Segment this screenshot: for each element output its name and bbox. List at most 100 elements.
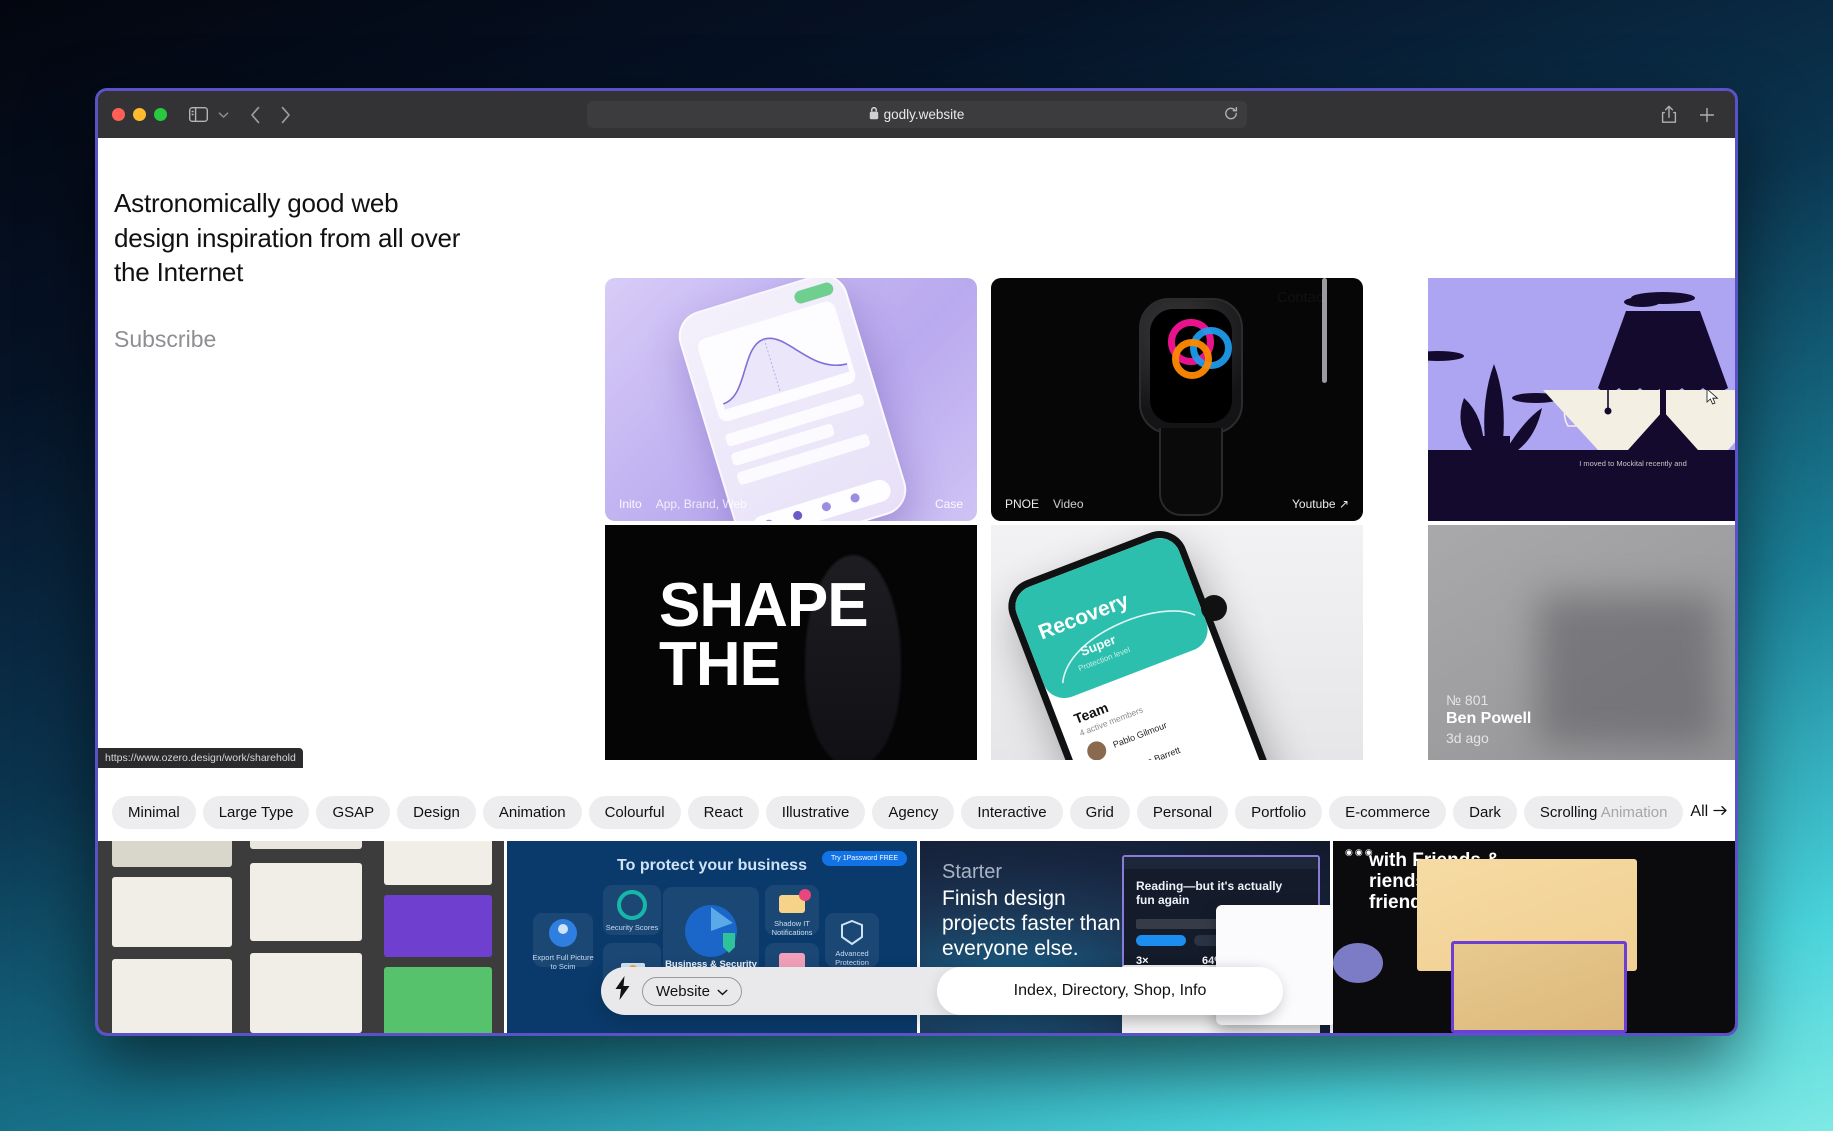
filter-tag-colourful[interactable]: Colourful [589,796,681,829]
recovery-phone-mockup: Recovery Super Protection level Team 4 a… [1000,525,1279,760]
plus-icon[interactable] [1699,107,1715,123]
filter-tag-portfolio[interactable]: Portfolio [1235,796,1322,829]
sidebar-icon[interactable] [185,104,211,126]
shape-line-1: SHAPE [659,577,868,636]
lock-icon [869,107,879,123]
shape-line-2: THE [659,636,868,695]
card-title: Inito [619,497,642,511]
filter-tag-react[interactable]: React [688,796,759,829]
maximize-window-button[interactable] [154,108,167,121]
all-label: All [1690,803,1708,821]
mini-card [250,863,362,941]
card-source: Case [935,497,963,511]
hero-section: Astronomically good web design inspirati… [98,138,504,692]
card-title: PNOE [1005,497,1039,511]
filter-tag-animation[interactable]: Animation [483,796,582,829]
website-select-label: Website [656,983,710,1000]
shape-headline: SHAPE THE [659,577,868,695]
floating-toolbar: Website Index, Directory, Shop, Info [601,967,1273,1015]
url-text: godly.website [884,107,965,122]
entry-number: № 801 [1446,692,1531,708]
inito-phone-mockup [672,278,912,521]
starter-kicker: Starter [942,861,1002,884]
filter-tag-gsap[interactable]: GSAP [316,796,390,829]
mini-card [384,967,492,1035]
mini-card [112,959,232,1035]
card-lamp-illustration[interactable]: I moved to Mockital recently and [1428,278,1735,521]
forward-arrow-icon[interactable] [270,103,300,127]
contact-link[interactable]: Contact [1277,290,1327,306]
card-friends[interactable]: with Friends & riends-of- friends ◉◉◉ [1333,841,1735,1036]
filter-tag-scrolling-animation[interactable]: Scrolling Animation [1524,796,1684,829]
friends-scene-bottom [1451,941,1627,1033]
ben-meta: № 801 Ben Powell 3d ago [1446,692,1531,746]
friends-logo: ◉◉◉ [1345,847,1375,858]
card-tags: App, Brand, Web [656,497,747,511]
card-ben-powell[interactable]: Visit № 801 Ben Powell 3d ago [1428,525,1735,760]
filter-tag-interactive[interactable]: Interactive [961,796,1062,829]
card-tags: Video [1053,497,1083,511]
starter-panel-headline: Reading—but it's actually fun again [1136,879,1286,908]
chevron-down-icon [717,983,728,1000]
filter-tag-minimal[interactable]: Minimal [112,796,196,829]
arrow-right-icon [1713,803,1728,821]
page-content: Astronomically good web design inspirati… [98,138,1735,1036]
filter-tag-dark[interactable]: Dark [1453,796,1517,829]
status-bar-url: https://www.ozero.design/work/sharehold [98,748,303,768]
filter-tag-scrolling: Scrolling [1540,804,1598,821]
browser-toolbar: godly.website [98,91,1735,138]
member-name: Pablo Gilmour [1111,720,1168,750]
filter-tag-illustrative[interactable]: Illustrative [766,796,866,829]
watch-mockup [1139,298,1243,434]
subscribe-link[interactable]: Subscribe [114,326,474,353]
recovery-header: Recovery Super Protection level [1009,532,1214,705]
friends-avatar-blob [1333,943,1383,983]
address-bar[interactable]: godly.website [587,101,1247,128]
website-type-select[interactable]: Website [642,977,742,1006]
watch-screen [1150,309,1232,423]
card-recovery[interactable]: Recovery Super Protection level Team 4 a… [991,525,1363,760]
filter-tag-bar: Minimal Large Type GSAP Design Animation… [98,783,1735,841]
mini-card [112,877,232,947]
filter-tag-grid[interactable]: Grid [1070,796,1130,829]
mini-card [250,953,362,1033]
card-source: Youtube ↗ [1292,497,1349,511]
minimize-window-button[interactable] [133,108,146,121]
page-title: Astronomically good web design inspirati… [114,186,474,290]
card-shape-the[interactable]: SHAPE THE [605,525,977,760]
window-controls [112,108,167,121]
filter-tag-ecommerce[interactable]: E-commerce [1329,796,1446,829]
member-name: Anna Barrett [1131,744,1182,760]
svg-text:I moved to Mockital recently a: I moved to Mockital recently and [1579,459,1687,468]
filter-tag-large-type[interactable]: Large Type [203,796,310,829]
close-window-button[interactable] [112,108,125,121]
reload-icon[interactable] [1224,106,1238,123]
filter-tag-agency[interactable]: Agency [872,796,954,829]
scrollbar-thumb[interactable] [1322,278,1327,383]
filter-tag-animation-muted: Animation [1601,804,1668,821]
ben-thumbnail-blur [1538,595,1718,745]
card-meta-pnoe: PNOE Video Youtube ↗ [991,487,1363,521]
share-icon[interactable] [1661,105,1677,124]
toolbar-right-actions [1661,105,1721,124]
starter-headline: Finish design projects faster than every… [942,887,1142,961]
scrollbar[interactable] [1322,278,1327,383]
entry-author: Ben Powell [1446,710,1531,728]
site-nav-links[interactable]: Index, Directory, Shop, Info [937,967,1283,1015]
card-pnoe[interactable]: PNOE Video Youtube ↗ [991,278,1363,521]
avatar [1084,739,1109,760]
recovery-fab [1201,595,1227,621]
filter-tag-personal[interactable]: Personal [1137,796,1228,829]
back-arrow-icon[interactable] [240,103,270,127]
all-filters-link[interactable]: All [1690,803,1732,821]
chevron-down-icon[interactable] [214,104,232,126]
bolt-icon[interactable] [615,976,630,1006]
cursor-pointer-icon [1706,388,1719,410]
entry-time: 3d ago [1446,730,1531,746]
filter-tag-design[interactable]: Design [397,796,476,829]
card-business-cards[interactable] [98,841,504,1036]
card-inito[interactable]: Inito App, Brand, Web Case [605,278,977,521]
mini-card [384,895,492,957]
card-meta-inito: Inito App, Brand, Web Case [605,487,977,521]
browser-window: godly.website Astronomically good web [95,88,1738,1036]
